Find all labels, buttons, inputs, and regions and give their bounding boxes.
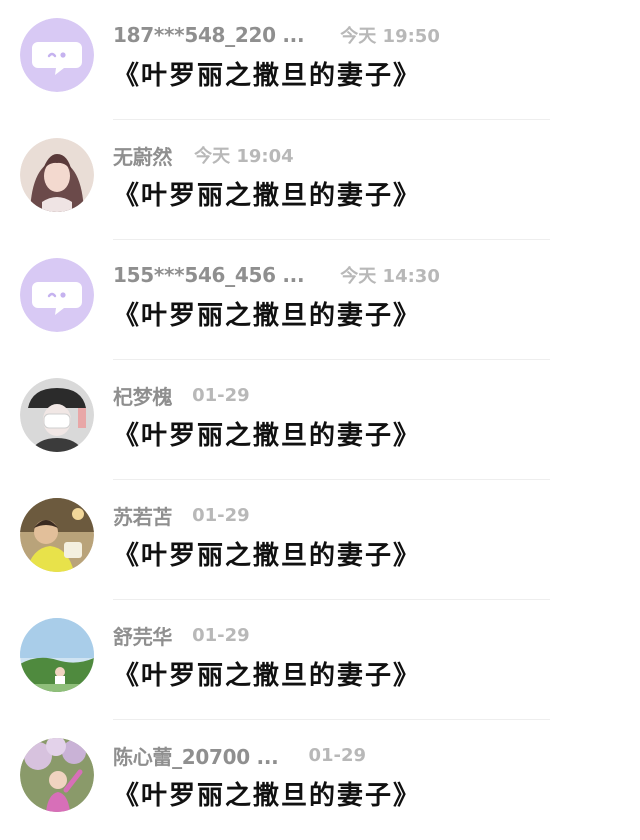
conversation-row[interactable]: 杞梦槐 01-29 《叶罗丽之撒旦的妻子》 [0, 360, 640, 480]
message-preview: 《叶罗丽之撒旦的妻子》 [113, 541, 422, 571]
user-photo-avatar[interactable] [20, 378, 94, 452]
conversation-row[interactable]: 苏若苫 01-29 《叶罗丽之撒旦的妻子》 [0, 480, 640, 600]
message-time: 01-29 [308, 744, 367, 766]
contact-name: 187***548_220 ... [113, 23, 305, 47]
conversation-row[interactable]: 187***548_220 ... 今天 19:50 《叶罗丽之撒旦的妻子》 [0, 0, 640, 120]
conversation-row[interactable]: 155***546_456 ... 今天 14:30 《叶罗丽之撒旦的妻子》 [0, 240, 640, 360]
message-preview: 《叶罗丽之撒旦的妻子》 [113, 421, 422, 451]
contact-name: 陈心蕾_20700 ... [113, 744, 279, 769]
message-time: 01-29 [192, 504, 250, 526]
message-preview: 《叶罗丽之撒旦的妻子》 [113, 61, 422, 91]
default-chat-avatar-icon[interactable] [20, 18, 94, 92]
user-photo-avatar[interactable] [20, 498, 94, 572]
default-chat-avatar-icon[interactable] [20, 258, 94, 332]
message-time: 今天 19:04 [194, 146, 294, 167]
message-preview: 《叶罗丽之撒旦的妻子》 [113, 301, 422, 331]
user-photo-avatar[interactable] [20, 618, 94, 692]
contact-name: 155***546_456 ... [113, 263, 305, 287]
message-preview: 《叶罗丽之撒旦的妻子》 [113, 781, 422, 811]
conversation-row[interactable]: 舒芫华 01-29 《叶罗丽之撒旦的妻子》 [0, 600, 640, 720]
message-time: 01-29 [192, 384, 250, 406]
contact-name: 杞梦槐 [113, 384, 173, 409]
user-photo-avatar[interactable] [20, 738, 94, 812]
message-preview: 《叶罗丽之撒旦的妻子》 [113, 661, 422, 691]
message-time: 今天 14:30 [340, 266, 440, 287]
message-time: 今天 19:50 [340, 26, 440, 47]
contact-name: 舒芫华 [113, 624, 173, 649]
message-preview: 《叶罗丽之撒旦的妻子》 [113, 181, 422, 211]
conversation-row[interactable]: 陈心蕾_20700 ... 01-29 《叶罗丽之撒旦的妻子》 [0, 720, 640, 840]
conversation-list: 187***548_220 ... 今天 19:50 《叶罗丽之撒旦的妻子》 无… [0, 0, 640, 824]
contact-name: 苏若苫 [113, 504, 173, 529]
message-time: 01-29 [192, 624, 250, 646]
user-photo-avatar[interactable] [20, 138, 94, 212]
conversation-row[interactable]: 无蔚然 今天 19:04 《叶罗丽之撒旦的妻子》 [0, 120, 640, 240]
contact-name: 无蔚然 [113, 144, 173, 169]
